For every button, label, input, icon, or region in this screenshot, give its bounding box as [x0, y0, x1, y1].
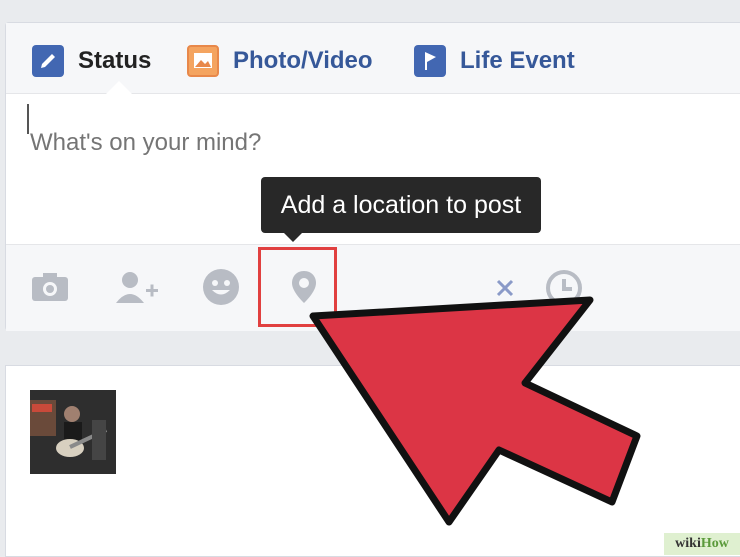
tab-photo-video-label: Photo/Video: [233, 47, 373, 74]
status-input[interactable]: [30, 123, 710, 163]
composer-tabs: Status Photo/Video Life Event: [6, 23, 740, 94]
tab-photo-video[interactable]: Photo/Video: [187, 43, 373, 79]
watermark-suffix: How: [700, 536, 729, 551]
wikihow-watermark: wiki How: [664, 533, 740, 555]
location-tooltip: Add a location to post: [261, 177, 541, 233]
schedule-button[interactable]: [542, 265, 586, 309]
camera-icon: [32, 273, 68, 301]
pencil-icon: [32, 45, 64, 77]
schedule-clock-icon: [546, 270, 582, 306]
remove-location-button[interactable]: [490, 265, 520, 309]
avatar[interactable]: [30, 390, 116, 474]
tab-status-label: Status: [78, 47, 152, 74]
flag-icon: [414, 45, 446, 77]
tag-friends-button[interactable]: [112, 265, 158, 309]
tab-life-event[interactable]: Life Event: [414, 43, 575, 79]
feeling-smiley-icon: [203, 269, 239, 305]
tab-life-event-label: Life Event: [460, 47, 575, 74]
active-tab-notch: [106, 81, 132, 94]
location-highlight-box: [258, 247, 337, 327]
feeling-button[interactable]: [199, 265, 243, 309]
remove-x-icon: [496, 279, 514, 297]
camera-button[interactable]: [28, 265, 72, 309]
photo-icon: [187, 45, 219, 77]
watermark-prefix: wiki: [675, 536, 701, 551]
text-caret: [27, 104, 29, 134]
tab-status[interactable]: Status: [32, 43, 151, 79]
composer-action-bar: [6, 244, 740, 331]
tag-friends-icon: [116, 272, 158, 303]
tooltip-arrow: [283, 232, 303, 242]
